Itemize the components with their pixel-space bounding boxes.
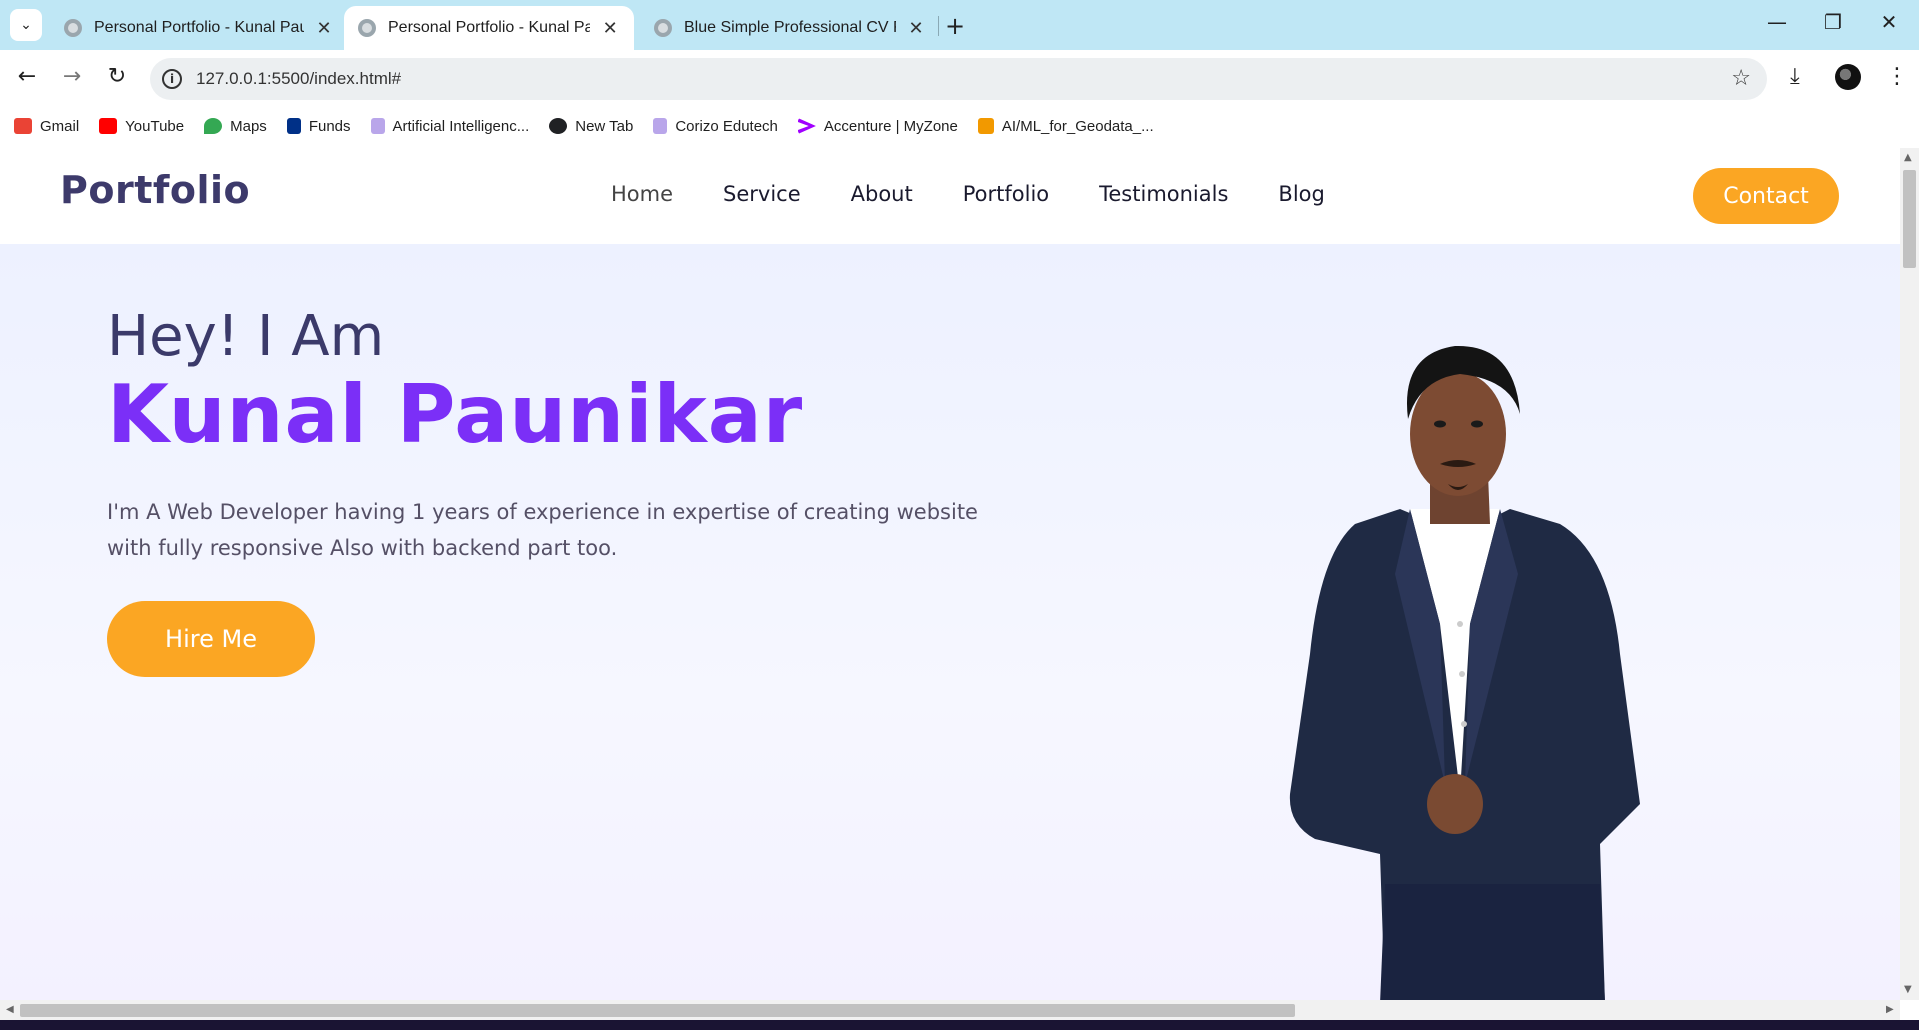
tab-title: Personal Portfolio - Kunal Paunikar <box>388 19 591 36</box>
hero-greeting: Hey! I Am <box>107 304 385 369</box>
bookmark-funds[interactable]: Funds <box>286 117 351 135</box>
minimize-icon[interactable]: — <box>1762 10 1792 34</box>
bookmark-icon <box>977 118 994 134</box>
site-logo[interactable]: Portfolio <box>60 168 250 212</box>
site-header: Portfolio Home Service About Portfolio T… <box>0 148 1900 244</box>
nav-service[interactable]: Service <box>723 182 801 206</box>
close-icon[interactable]: ✕ <box>600 18 620 39</box>
maps-icon <box>204 118 223 134</box>
bookmark-label: Maps <box>230 117 267 135</box>
bookmark-label: Accenture | MyZone <box>823 117 958 135</box>
more-menu-icon[interactable]: ⋮ <box>1886 64 1908 89</box>
globe-icon <box>549 118 568 134</box>
bookmark-label: Funds <box>308 117 351 135</box>
page-viewport: Portfolio Home Service About Portfolio T… <box>0 148 1900 1000</box>
bookmark-label: New Tab <box>575 117 634 135</box>
os-taskbar <box>0 1020 1919 1030</box>
chevron-down-icon: ⌄ <box>20 17 32 33</box>
bookmark-label: Gmail <box>40 117 80 135</box>
tab-strip: ⌄ Personal Portfolio - Kunal Paunikar ✕ … <box>0 0 1919 50</box>
browser-toolbar: ← → ↻ i 127.0.0.1:5500/index.html# ☆ ⤓ ⋮ <box>0 50 1919 108</box>
bookmark-gmail[interactable]: Gmail <box>14 118 79 135</box>
nav-about[interactable]: About <box>851 182 913 206</box>
bookmark-star-icon[interactable]: ☆ <box>1731 66 1751 91</box>
tab-title: Blue Simple Professional CV Resume <box>684 19 896 36</box>
globe-icon <box>64 19 82 37</box>
tab-1[interactable]: Personal Portfolio - Kunal Paunikar ✕ <box>50 6 348 50</box>
close-icon[interactable]: ✕ <box>314 18 334 39</box>
forward-arrow-icon[interactable]: → <box>57 64 87 89</box>
tab-3[interactable]: Blue Simple Professional CV Resume ✕ <box>640 6 940 50</box>
new-tab-button[interactable]: + <box>945 12 965 40</box>
globe-icon <box>358 19 376 37</box>
bookmark-maps[interactable]: Maps <box>204 118 267 135</box>
hero-name: Kunal Paunikar <box>107 368 804 461</box>
scroll-up-icon[interactable]: ▲ <box>1904 152 1912 163</box>
bookmark-ai[interactable]: Artificial Intelligenc... <box>370 117 530 135</box>
horizontal-scrollbar[interactable]: ◀ ▶ <box>0 1000 1900 1020</box>
bookmark-youtube[interactable]: YouTube <box>99 118 184 135</box>
globe-icon <box>654 19 672 37</box>
profile-avatar[interactable] <box>1835 64 1861 90</box>
nav-portfolio[interactable]: Portfolio <box>963 182 1049 206</box>
reload-icon[interactable]: ↻ <box>102 64 132 89</box>
bookmark-new-tab[interactable]: New Tab <box>549 118 633 135</box>
url-text[interactable]: 127.0.0.1:5500/index.html# <box>196 69 401 89</box>
scroll-right-icon[interactable]: ▶ <box>1886 1004 1894 1015</box>
hero-intro: I'm A Web Developer having 1 years of ex… <box>107 500 978 560</box>
bookmark-label: Artificial Intelligenc... <box>392 117 530 135</box>
nav-blog[interactable]: Blog <box>1278 182 1324 206</box>
site-info-icon[interactable]: i <box>162 69 182 89</box>
bookmark-label: YouTube <box>125 117 185 135</box>
bookmarks-bar: Gmail YouTube Maps Funds Artificial Inte… <box>0 108 1919 144</box>
hire-me-button[interactable]: Hire Me <box>107 601 315 677</box>
tab-title: Personal Portfolio - Kunal Paunikar <box>94 19 304 36</box>
paypal-icon <box>286 118 301 134</box>
bookmark-icon <box>370 118 385 134</box>
close-window-icon[interactable]: ✕ <box>1874 10 1904 34</box>
tab-search-button[interactable]: ⌄ <box>10 9 42 41</box>
scroll-down-icon[interactable]: ▼ <box>1904 984 1912 995</box>
tab-separator <box>938 16 939 36</box>
horizontal-scroll-thumb[interactable] <box>20 1004 1295 1017</box>
vertical-scrollbar[interactable]: ▲ ▼ <box>1900 148 1919 1000</box>
main-nav: Home Service About Portfolio Testimonial… <box>611 182 1375 206</box>
contact-button[interactable]: Contact <box>1693 168 1839 224</box>
hero-section: Hey! I Am Kunal Paunikar I'm A Web Devel… <box>0 244 1900 1000</box>
vertical-scroll-thumb[interactable] <box>1903 170 1916 268</box>
tab-2-active[interactable]: Personal Portfolio - Kunal Paunikar ✕ <box>344 6 634 50</box>
youtube-icon <box>99 118 118 134</box>
download-icon[interactable]: ⤓ <box>1790 64 1800 89</box>
bookmark-label: AI/ML_for_Geodata_... <box>1001 117 1154 135</box>
accenture-icon <box>797 118 816 134</box>
profile-photo <box>1289 345 1640 1000</box>
close-icon[interactable]: ✕ <box>906 18 926 39</box>
restore-icon[interactable]: ❐ <box>1818 10 1848 34</box>
bookmark-corizo[interactable]: Corizo Edutech <box>653 118 778 135</box>
scroll-left-icon[interactable]: ◀ <box>6 1004 14 1015</box>
bookmark-aiml[interactable]: AI/ML_for_Geodata_... <box>977 117 1154 135</box>
bookmark-label: Corizo Edutech <box>675 117 778 135</box>
nav-testimonials[interactable]: Testimonials <box>1099 182 1228 206</box>
bookmark-icon <box>653 118 668 134</box>
gmail-icon <box>14 118 32 134</box>
bookmark-accenture[interactable]: Accenture | MyZone <box>797 117 958 135</box>
back-arrow-icon[interactable]: ← <box>12 64 42 89</box>
address-bar[interactable]: i 127.0.0.1:5500/index.html# ☆ <box>150 58 1767 100</box>
nav-home[interactable]: Home <box>611 182 673 206</box>
